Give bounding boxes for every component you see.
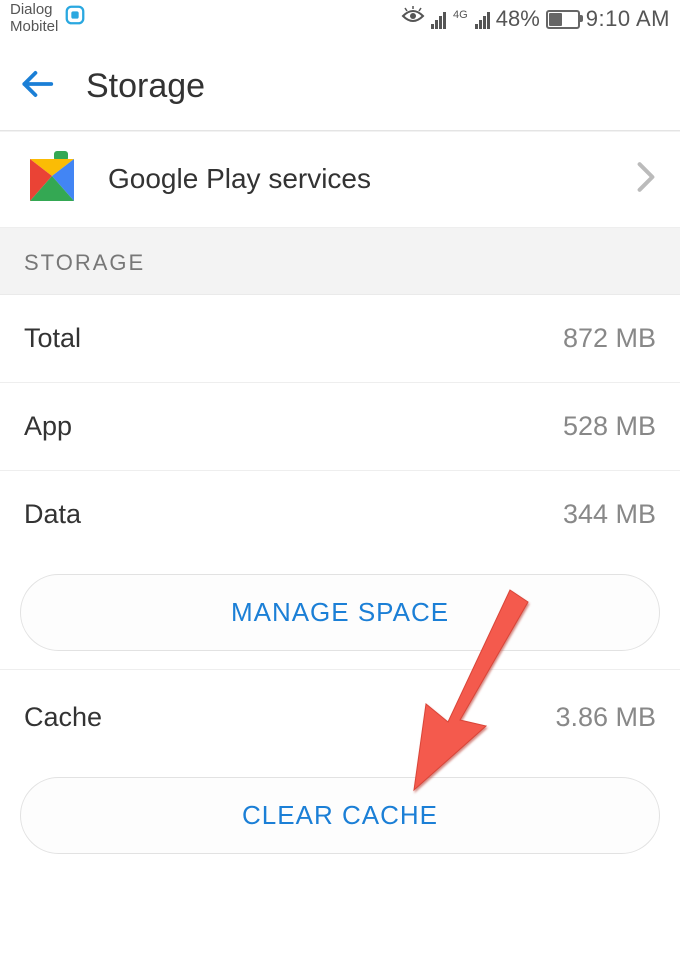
status-bar-right: 4G 48% 9:10 AM (401, 2, 670, 32)
signal-strength-2-icon (475, 9, 490, 29)
app-value: 528 MB (563, 411, 656, 442)
sim-app-icon (64, 4, 86, 31)
app-name-label: Google Play services (108, 163, 608, 195)
manage-space-button[interactable]: MANAGE SPACE (20, 574, 660, 651)
chevron-right-icon (636, 161, 656, 198)
carrier-label: Dialog Mobitel (10, 2, 58, 35)
total-label: Total (24, 323, 81, 354)
network-type-label: 4G (453, 10, 468, 21)
carrier-line-2: Mobitel (10, 19, 58, 36)
status-bar: Dialog Mobitel 4G (0, 0, 680, 42)
data-label: Data (24, 499, 81, 530)
data-row: Data 344 MB (0, 470, 680, 558)
clock-label: 9:10 AM (586, 6, 670, 32)
data-value: 344 MB (563, 499, 656, 530)
clear-cache-button[interactable]: CLEAR CACHE (20, 777, 660, 854)
back-arrow-icon[interactable] (18, 65, 56, 108)
total-value: 872 MB (563, 323, 656, 354)
app-info-row[interactable]: Google Play services (0, 131, 680, 228)
status-bar-left: Dialog Mobitel (10, 2, 86, 35)
google-play-services-icon (24, 151, 80, 207)
app-row: App 528 MB (0, 382, 680, 470)
eye-comfort-icon (401, 6, 425, 32)
page-title: Storage (86, 67, 205, 106)
storage-section-header: STORAGE (0, 228, 680, 295)
app-label: App (24, 411, 72, 442)
cache-value: 3.86 MB (555, 702, 656, 733)
battery-icon (546, 10, 580, 29)
cache-label: Cache (24, 702, 102, 733)
battery-percent-label: 48% (496, 6, 540, 32)
signal-strength-1-icon (431, 9, 446, 29)
app-bar: Storage (0, 42, 680, 131)
cache-row: Cache 3.86 MB (0, 674, 680, 761)
total-row: Total 872 MB (0, 295, 680, 382)
carrier-line-1: Dialog (10, 2, 58, 19)
